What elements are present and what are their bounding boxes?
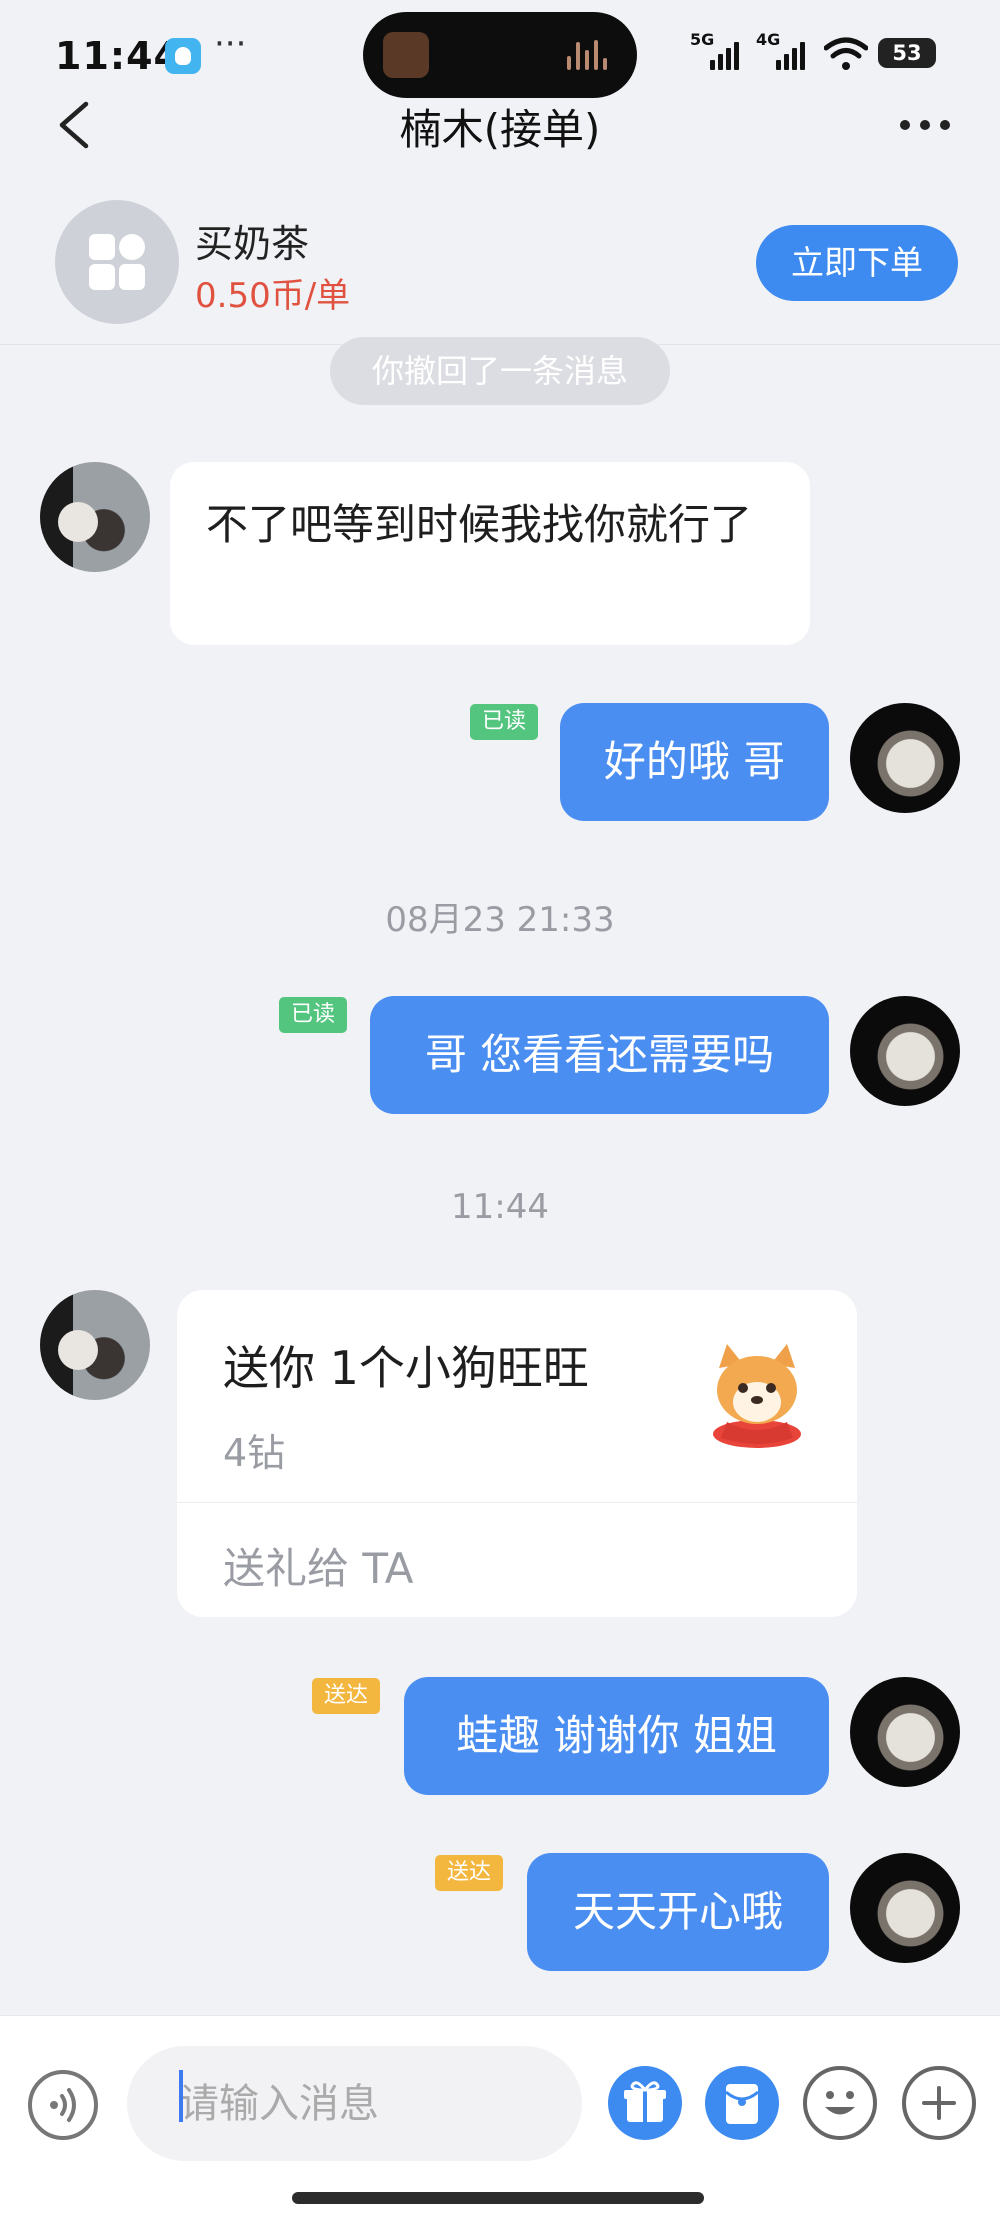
grid-apps-icon — [55, 200, 179, 324]
avatar-me[interactable] — [850, 703, 960, 813]
gift-price: 4钻 — [223, 1431, 286, 1475]
delivered-status-badge: 送达 — [435, 1855, 503, 1891]
recall-notice: 你撤回了一条消息 — [330, 337, 670, 405]
app-notification-icon — [165, 38, 201, 74]
send-gift-link[interactable]: 送礼给 TA — [223, 1535, 413, 1596]
gift-card[interactable]: 送你 1个小狗旺旺 4钻 送礼给 TA — [177, 1290, 857, 1617]
avatar-me[interactable] — [850, 996, 960, 1106]
avatar-other[interactable] — [40, 1290, 150, 1400]
message-bubble-received[interactable]: 不了吧等到时候我找你就行了 — [170, 462, 810, 645]
chat-header: 楠木(接单) — [0, 80, 1000, 170]
status-time: 11:44 — [55, 34, 181, 78]
wifi-icon — [824, 37, 868, 70]
voice-icon[interactable] — [28, 2070, 98, 2140]
status-overflow: ··· — [214, 24, 247, 64]
gift-title: 送你 1个小狗旺旺 — [223, 1341, 589, 1395]
gift-divider — [177, 1502, 857, 1503]
audio-wave-icon — [567, 40, 611, 70]
delivered-status-badge: 送达 — [312, 1678, 380, 1714]
corgi-gift-icon — [713, 1344, 801, 1448]
status-indicators: 5G 4G 53 — [690, 30, 940, 74]
emoji-icon[interactable] — [803, 2066, 877, 2140]
chat-timestamp: 08月23 21:33 — [385, 900, 615, 940]
chat-timestamp: 11:44 — [451, 1187, 549, 1227]
network-label-1: 5G — [690, 30, 715, 49]
signal-4g-icon: 4G — [756, 30, 810, 74]
text-caret — [179, 2070, 183, 2122]
more-dots-icon[interactable] — [890, 102, 960, 146]
service-price: 0.50币/单 — [195, 276, 351, 316]
service-bar: 买奶茶 0.50币/单 立即下单 — [0, 190, 1000, 345]
message-bubble-sent[interactable]: 蛙趣 谢谢你 姐姐 — [404, 1677, 829, 1795]
red-envelope-icon[interactable] — [705, 2066, 779, 2140]
message-input[interactable] — [127, 2046, 582, 2161]
avatar-me[interactable] — [850, 1853, 960, 1963]
gift-icon[interactable] — [608, 2066, 682, 2140]
order-now-button[interactable]: 立即下单 — [756, 225, 958, 301]
now-playing-thumbnail — [383, 32, 429, 78]
read-status-badge: 已读 — [470, 704, 538, 740]
read-status-badge: 已读 — [279, 997, 347, 1033]
avatar-me[interactable] — [850, 1677, 960, 1787]
avatar-other[interactable] — [40, 462, 150, 572]
page-title: 楠木(接单) — [399, 105, 601, 154]
message-bubble-sent[interactable]: 哥 您看看还需要吗 — [370, 996, 829, 1114]
network-label-2: 4G — [756, 30, 781, 49]
home-indicator[interactable] — [292, 2192, 704, 2204]
plus-icon[interactable] — [902, 2066, 976, 2140]
message-bubble-sent[interactable]: 好的哦 哥 — [560, 703, 829, 821]
message-bubble-sent[interactable]: 天天开心哦 — [527, 1853, 829, 1971]
battery-icon: 53 — [878, 38, 936, 68]
service-name: 买奶茶 — [195, 222, 310, 266]
signal-5g-icon: 5G — [690, 30, 744, 74]
